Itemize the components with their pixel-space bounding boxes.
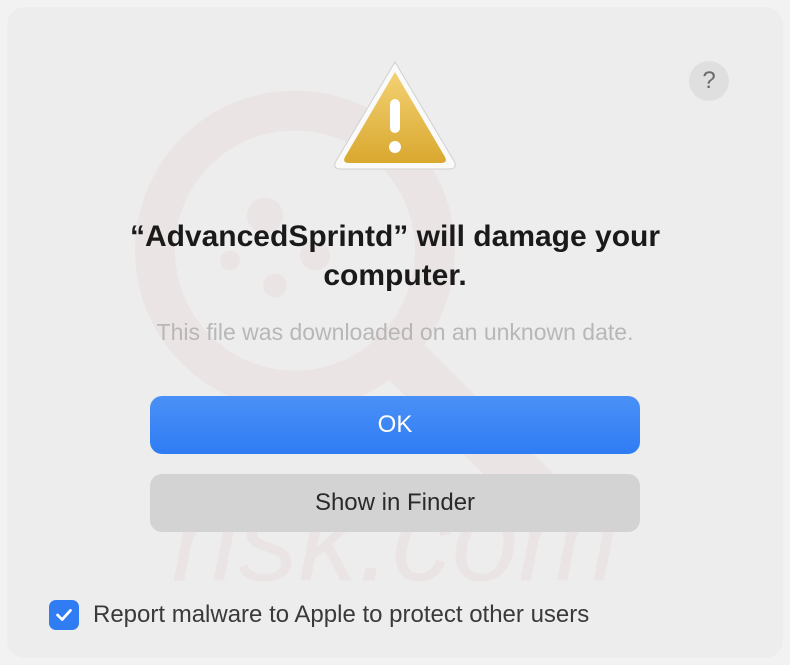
dialog-content: ? “AdvancedSprintd” will damage your com…: [37, 37, 753, 552]
help-icon: ?: [702, 67, 715, 95]
help-button[interactable]: ?: [689, 61, 729, 101]
show-in-finder-label: Show in Finder: [315, 489, 475, 517]
report-checkbox[interactable]: [49, 600, 79, 630]
report-checkbox-row: Report malware to Apple to protect other…: [49, 600, 589, 630]
gatekeeper-dialog: risk.com ? “AdvancedSprin: [7, 7, 783, 658]
dialog-subtitle: This file was downloaded on an unknown d…: [157, 319, 634, 346]
ok-button-label: OK: [378, 411, 413, 439]
dialog-title: “AdvancedSprintd” will damage your compu…: [95, 217, 695, 295]
ok-button[interactable]: OK: [150, 396, 640, 454]
report-checkbox-label: Report malware to Apple to protect other…: [93, 601, 589, 629]
show-in-finder-button[interactable]: Show in Finder: [150, 474, 640, 532]
warning-icon-container: [330, 57, 460, 177]
warning-icon: [330, 57, 460, 172]
checkmark-icon: [53, 604, 75, 626]
